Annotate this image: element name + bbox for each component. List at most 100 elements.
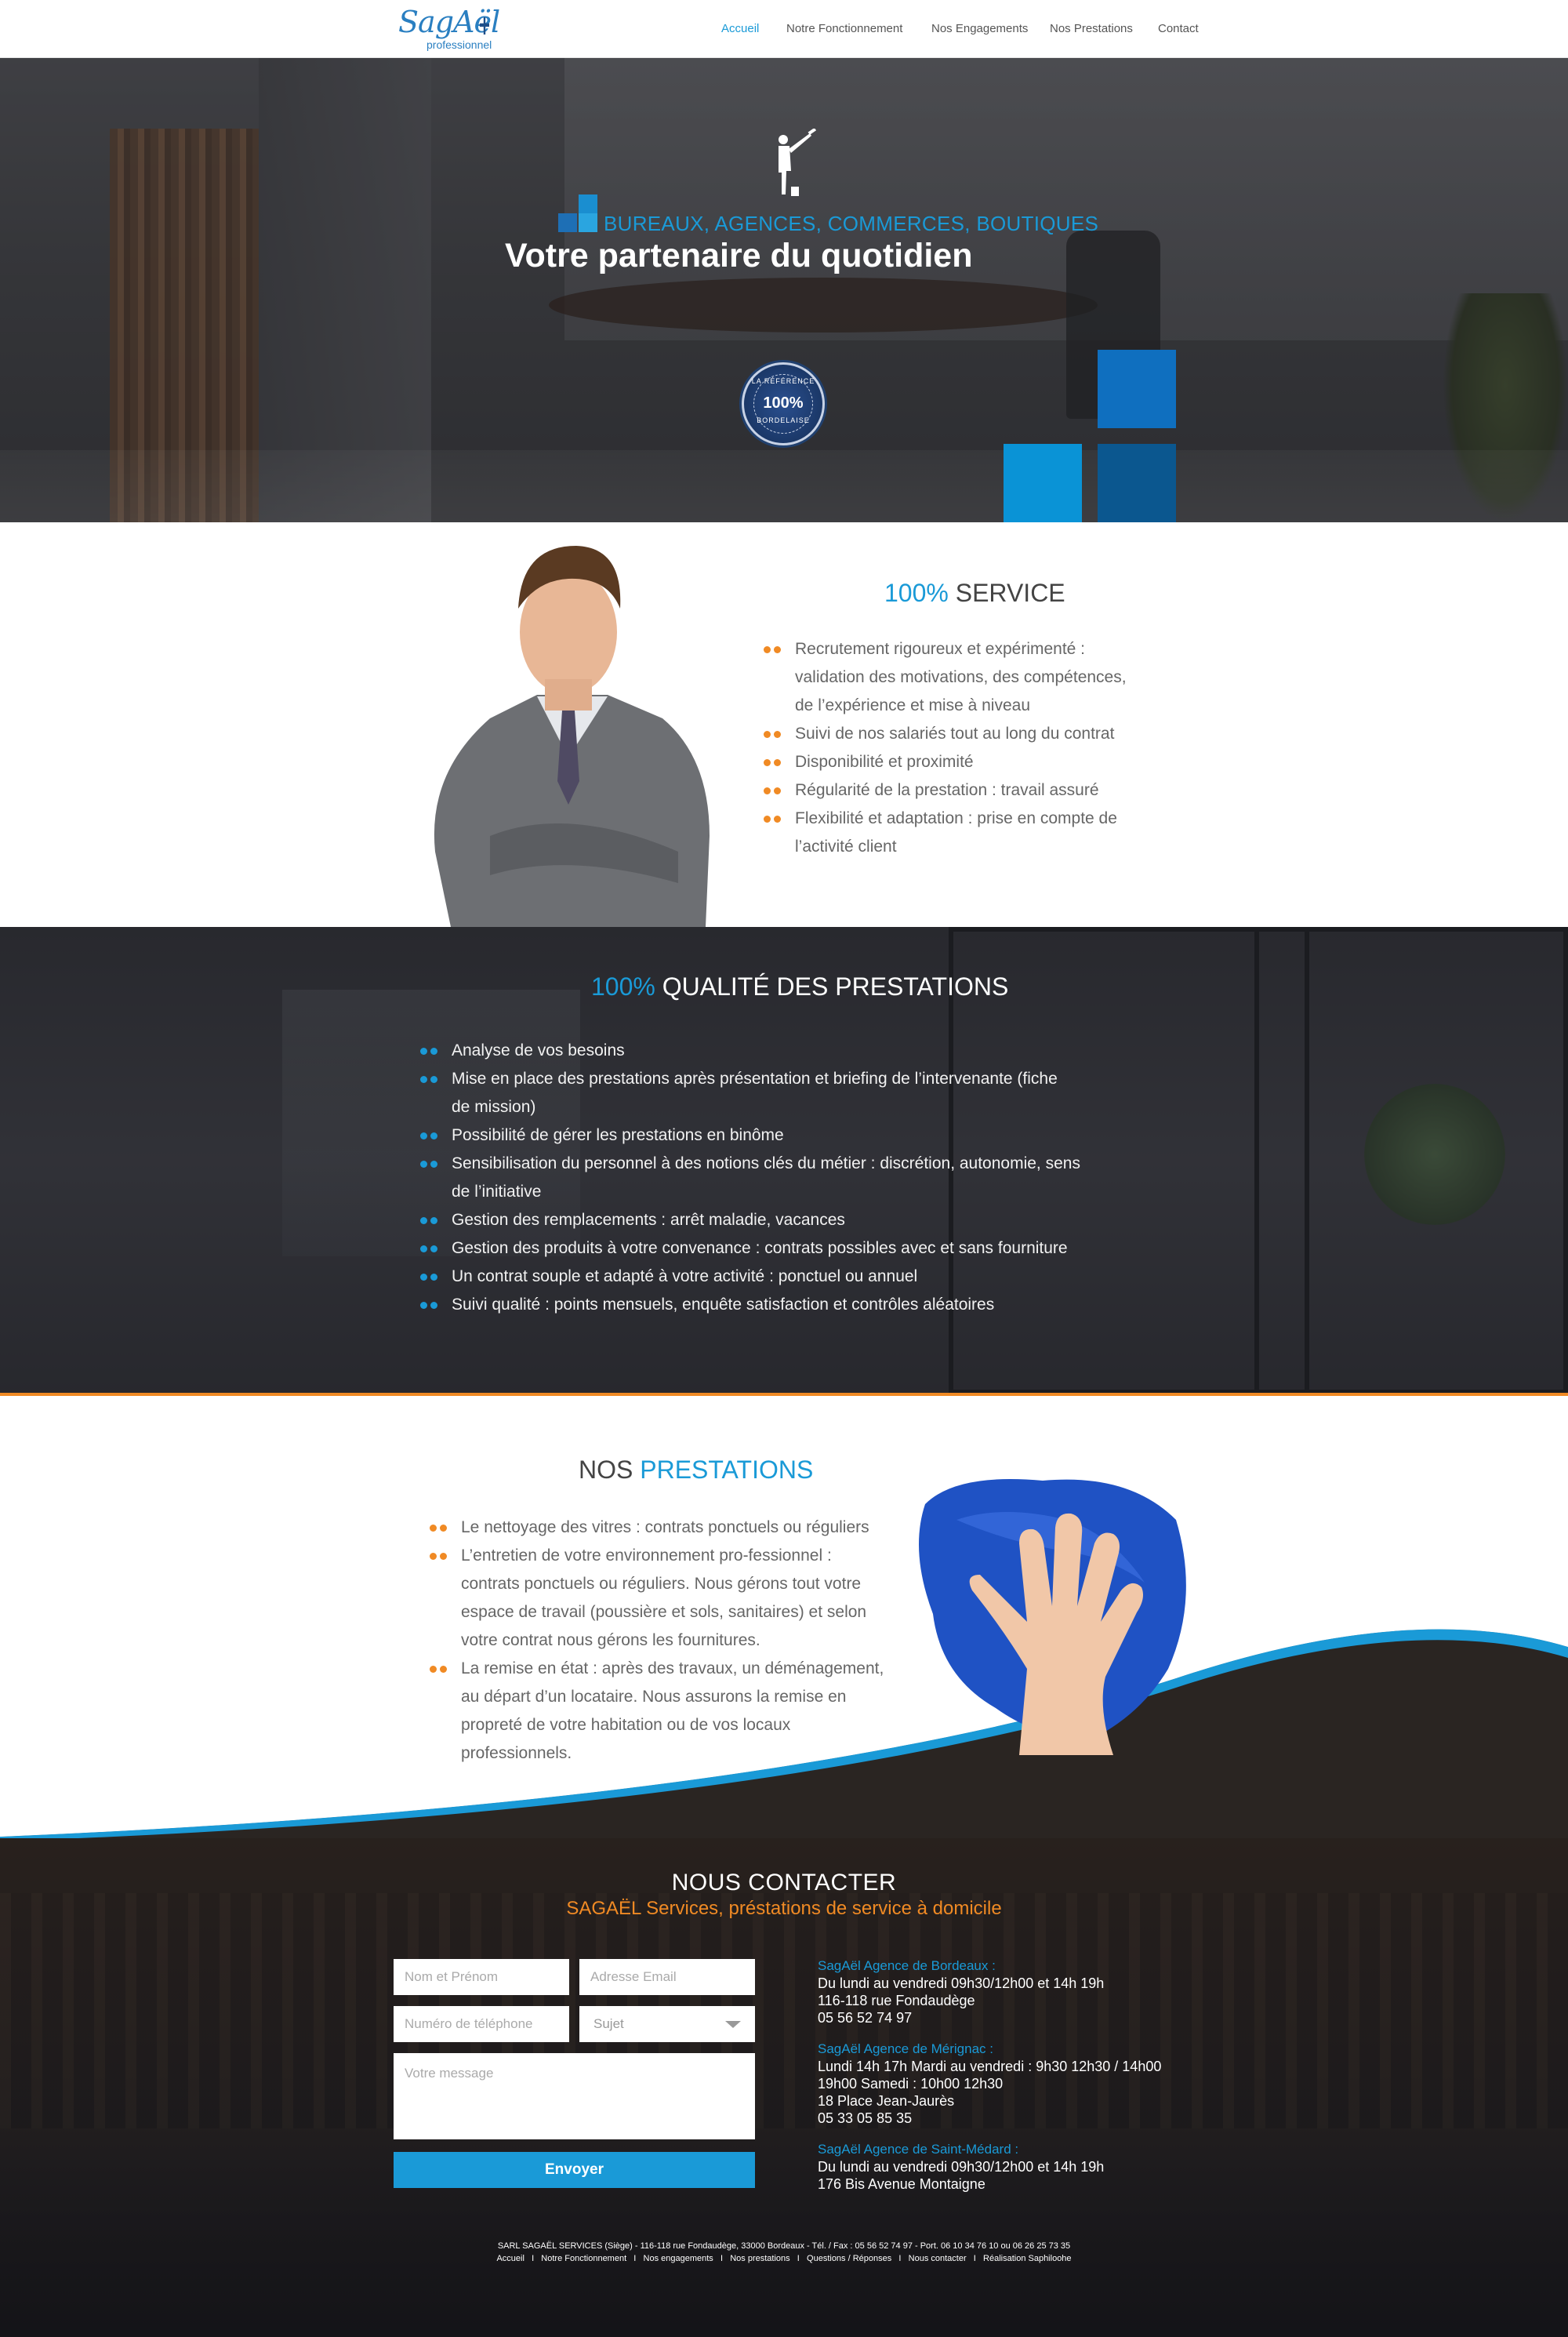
quality-title: 100% QUALITÉ DES PRESTATIONS	[591, 972, 1008, 1001]
contact-section: NOUS CONTACTER SAGAËL Services, préstati…	[0, 1838, 1568, 2337]
prestations-title-highlight: PRESTATIONS	[640, 1456, 814, 1484]
agency-hours: Lundi 14h 17h Mardi au vendredi : 9h30 1…	[818, 2059, 1162, 2074]
service-list: Recrutement rigoureux et expérimenté : v…	[764, 635, 1203, 861]
badge-percent: 100%	[763, 394, 804, 412]
send-button[interactable]: Envoyer	[394, 2152, 755, 2188]
list-item: Le nettoyage des vitres : contrats ponct…	[430, 1514, 916, 1542]
list-item: espace de travail (poussière et sols, sa…	[461, 1603, 867, 1621]
hero-square-decoration	[1098, 444, 1176, 522]
hero-title: Votre partenaire du quotidien	[505, 237, 973, 274]
hero-square-decoration	[1004, 444, 1082, 522]
list-item: votre contrat nous gérons les fourniture…	[461, 1631, 760, 1649]
hand-with-cloth-photo	[919, 1479, 1186, 1755]
prestations-title-text: NOS	[579, 1456, 641, 1484]
nav-contact[interactable]: Contact	[1158, 22, 1199, 35]
name-input[interactable]	[394, 1959, 569, 1995]
list-item: Gestion des remplacements : arrêt maladi…	[420, 1206, 1157, 1234]
bullet-dots-icon	[764, 646, 784, 654]
service-title: 100% SERVICE	[884, 579, 1065, 608]
businessman-photo	[434, 546, 710, 927]
logo-subtitle: professionnel	[426, 38, 492, 51]
nav-notre-fonctionnement[interactable]: Notre Fonctionnement	[786, 22, 902, 35]
agency-hours: Du lundi au vendredi 09h30/12h00 et 14h …	[818, 1975, 1105, 1991]
agency-merignac: SagAël Agence de Mérignac : Lundi 14h 17…	[818, 2041, 1210, 2127]
bullet-dots-icon	[764, 787, 784, 795]
bullet-dots-icon	[764, 759, 784, 767]
service-title-highlight: 100%	[884, 579, 949, 607]
chevron-down-icon	[725, 2021, 741, 2028]
service-title-text: SERVICE	[948, 579, 1065, 607]
nav-accueil[interactable]: Accueil	[721, 22, 759, 35]
bullet-dots-icon	[420, 1245, 441, 1253]
list-item: Mise en place des prestations après prés…	[420, 1065, 1157, 1093]
bullet-dots-icon	[420, 1217, 441, 1225]
nav-nos-engagements[interactable]: Nos Engagements	[931, 22, 1028, 35]
hero-overlay	[0, 58, 1568, 522]
bullet-dots-icon	[420, 1274, 441, 1281]
prestations-title: NOS PRESTATIONS	[579, 1456, 813, 1485]
list-item: contrats ponctuels ou réguliers. Nous gé…	[461, 1575, 862, 1593]
subject-select[interactable]: Sujet	[579, 2006, 755, 2042]
contact-title: NOUS CONTACTER	[671, 1870, 897, 1895]
reference-badge: LA RÉFÉRENCE 100% BORDELAISE	[742, 362, 825, 445]
agency-hours: 19h00 Samedi : 10h00 12h30	[818, 2076, 1004, 2092]
site-header: SagAël professionnel Accueil Notre Fonct…	[0, 0, 1568, 58]
subject-select-value: Sujet	[593, 2016, 624, 2031]
agency-phone[interactable]: 05 56 52 74 97	[818, 2009, 1210, 2026]
message-textarea[interactable]	[394, 2053, 755, 2139]
contact-subtitle: SAGAËL Services, préstations de service …	[566, 1898, 1002, 1919]
list-item: Un contrat souple et adapté à votre acti…	[420, 1263, 1157, 1291]
agency-bordeaux: SagAël Agence de Bordeaux : Du lundi au …	[818, 1957, 1210, 2026]
list-item: l’activité client	[795, 838, 897, 856]
list-item: Disponibilité et proximité	[764, 748, 1203, 776]
main-nav: Accueil Notre Fonctionnement Nos Engagem…	[0, 22, 1568, 38]
agency-saint-medard: SagAël Agence de Saint-Médard : Du lundi…	[818, 2141, 1210, 2193]
list-item: Régularité de la prestation : travail as…	[764, 776, 1203, 805]
list-item: Sensibilisation du personnel à des notio…	[420, 1150, 1157, 1178]
agency-address: 176 Bis Avenue Montaigne	[818, 2176, 985, 2192]
hero-squares-icon	[558, 194, 599, 234]
quality-title-text: QUALITÉ DES PRESTATIONS	[655, 972, 1009, 1001]
list-item: Gestion des produits à votre convenance …	[420, 1234, 1157, 1263]
quality-title-highlight: 100%	[591, 972, 655, 1001]
hero-section: BUREAUX, AGENCES, COMMERCES, BOUTIQUES V…	[0, 58, 1568, 522]
email-input[interactable]	[579, 1959, 755, 1995]
list-item: au départ d’un locataire. Nous assurons …	[461, 1688, 847, 1706]
list-item: Flexibilité et adaptation : prise en com…	[764, 805, 1203, 833]
footer-company-info: SARL SAGAËL SERVICES (Siège) - 116-118 r…	[497, 2241, 1071, 2251]
nav-nos-prestations[interactable]: Nos Prestations	[1050, 22, 1133, 35]
bullet-dots-icon	[420, 1161, 441, 1168]
list-item: Possibilité de gérer les prestations en …	[420, 1121, 1157, 1150]
prestations-list: Le nettoyage des vitres : contrats ponct…	[430, 1514, 916, 1768]
list-item: propreté de votre habitation ou de vos l…	[461, 1716, 791, 1734]
bullet-dots-icon	[430, 1666, 450, 1674]
bullet-dots-icon	[764, 731, 784, 739]
hero-subtitle: BUREAUX, AGENCES, COMMERCES, BOUTIQUES	[604, 212, 1099, 235]
agency-name: SagAël Agence de Mérignac :	[818, 2041, 993, 2056]
prestations-section: NOS PRESTATIONS Le nettoyage des vitres …	[0, 1396, 1568, 1841]
bullet-dots-icon	[420, 1076, 441, 1084]
agency-address: 18 Place Jean-Jaurès	[818, 2093, 955, 2109]
list-item: Suivi de nos salariés tout au long du co…	[764, 720, 1203, 748]
phone-input[interactable]	[394, 2006, 569, 2042]
agency-name: SagAël Agence de Saint-Médard :	[818, 2142, 1019, 2157]
bullet-dots-icon	[430, 1553, 450, 1561]
list-item: de l’expérience et mise à niveau	[795, 696, 1031, 714]
badge-top-text: LA RÉFÉRENCE	[751, 377, 815, 385]
hero-square-decoration	[1098, 350, 1176, 428]
service-section: 100% SERVICE Recrutement rigoureux et ex…	[0, 522, 1568, 927]
list-item: de l’initiative	[452, 1183, 542, 1201]
list-item: validation des motivations, des compéten…	[795, 668, 1127, 686]
agency-address: 116-118 rue Fondaudège	[818, 1993, 975, 2008]
badge-bottom-text: BORDELAISE	[757, 416, 810, 424]
list-item: professionnels.	[461, 1744, 572, 1762]
quality-section: 100% QUALITÉ DES PRESTATIONS Analyse de …	[0, 927, 1568, 1394]
agency-phone[interactable]: 05 33 05 85 35	[818, 2110, 1210, 2127]
bullet-dots-icon	[420, 1132, 441, 1140]
footer-links[interactable]: Accueil I Notre Fonctionnement I Nos eng…	[0, 2254, 1568, 2263]
agency-hours: Du lundi au vendredi 09h30/12h00 et 14h …	[818, 2159, 1105, 2175]
agency-name: SagAël Agence de Bordeaux :	[818, 1958, 996, 1973]
bullet-dots-icon	[420, 1048, 441, 1056]
list-item: Analyse de vos besoins	[420, 1037, 1157, 1065]
list-item: Suivi qualité : points mensuels, enquête…	[420, 1291, 1157, 1319]
